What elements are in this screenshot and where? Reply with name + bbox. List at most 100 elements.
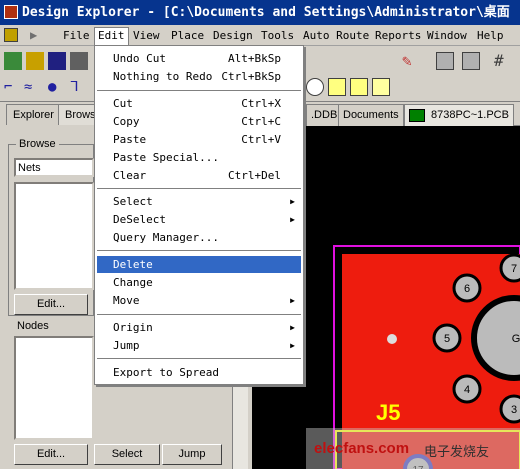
browse-select[interactable]: Nets	[14, 158, 94, 177]
pencil-icon[interactable]: ✎	[402, 52, 420, 70]
menu-item-jump[interactable]: Jump ▶	[97, 337, 301, 354]
menu-file[interactable]: File	[60, 28, 93, 44]
menu-reports[interactable]: Reports	[372, 28, 424, 44]
select-button[interactable]: Select	[94, 444, 160, 465]
edit-menu: Undo Cut Alt+BkSp Nothing to Redo Ctrl+BkS…	[94, 45, 304, 385]
query-manager-label: Query Manager...	[113, 231, 219, 244]
via	[387, 334, 397, 344]
paste-label: Paste	[113, 133, 147, 146]
fill-icon[interactable]	[328, 78, 346, 96]
menu-item-deselect[interactable]: DeSelect ▶	[97, 211, 301, 228]
origin-label: Origin	[113, 321, 153, 334]
menu-tools[interactable]: Tools	[258, 28, 297, 44]
menu-item-clear[interactable]: Clear Ctrl+Del	[97, 167, 301, 184]
menu-item-delete[interactable]: Delete	[97, 256, 301, 273]
route-icon[interactable]: ⌐	[4, 78, 22, 96]
separator	[97, 188, 301, 190]
submenu-arrow-icon: ▶	[290, 341, 295, 350]
pad-g-label: G	[512, 333, 520, 345]
polygon-icon[interactable]	[350, 78, 368, 96]
jump-label: Jump	[113, 339, 140, 352]
back-arrow-icon[interactable]: ▶	[30, 29, 56, 41]
menu-edit[interactable]: Edit	[94, 27, 129, 46]
grid-icon[interactable]: #	[494, 52, 512, 70]
delete-label: Delete	[113, 258, 153, 271]
tab-explorer[interactable]: Explorer	[6, 104, 61, 125]
separator	[97, 90, 301, 92]
menu-place[interactable]: Place	[168, 28, 207, 44]
via-icon[interactable]: ●	[48, 78, 66, 96]
paste-shortcut: Ctrl+V	[241, 133, 281, 146]
menu-window[interactable]: Window	[424, 28, 470, 44]
menu-view[interactable]: View	[130, 28, 163, 44]
nodes-list[interactable]	[14, 336, 94, 440]
tab-pcb-label: 8738PC~1.PCB	[431, 109, 509, 121]
separator	[97, 314, 301, 316]
separator	[97, 358, 301, 360]
cut-shortcut: Ctrl+X	[241, 97, 281, 110]
pad-icon[interactable]: ᒣ	[70, 78, 88, 96]
export-label: Export to Spread	[113, 366, 219, 379]
menu-item-query-manager[interactable]: Query Manager...	[97, 229, 301, 246]
component-icon[interactable]	[436, 52, 454, 70]
room-icon[interactable]	[372, 78, 390, 96]
menu-item-export-to-spread[interactable]: Export to Spread	[97, 364, 301, 381]
menu-item-paste-special[interactable]: Paste Special...	[97, 149, 301, 166]
folder-icon[interactable]	[26, 52, 44, 70]
menu-item-redo[interactable]: Nothing to Redo Ctrl+BkSp	[97, 68, 301, 85]
menu-item-move[interactable]: Move ▶	[97, 292, 301, 309]
submenu-arrow-icon: ▶	[290, 296, 295, 305]
clear-shortcut: Ctrl+Del	[228, 169, 281, 182]
edit-button-nets[interactable]: Edit...	[14, 294, 88, 315]
menu-item-select[interactable]: Select ▶	[97, 193, 301, 210]
nodes-label: Nodes	[14, 320, 52, 332]
menu-item-paste[interactable]: Paste Ctrl+V	[97, 131, 301, 148]
change-label: Change	[113, 276, 153, 289]
copy-shortcut: Ctrl+C	[241, 115, 281, 128]
save-icon[interactable]	[48, 52, 66, 70]
pad-4-label: 4	[464, 384, 470, 396]
cut-label: Cut	[113, 97, 133, 110]
jump-button[interactable]: Jump	[162, 444, 222, 465]
pad-5-label: 5	[444, 333, 450, 345]
menu-item-change[interactable]: Change	[97, 274, 301, 291]
print-icon[interactable]	[70, 52, 88, 70]
designator-j5: J5	[376, 400, 400, 425]
menu-help[interactable]: Help	[474, 28, 507, 44]
submenu-arrow-icon: ▶	[290, 323, 295, 332]
open-icon[interactable]	[4, 52, 22, 70]
menu-design[interactable]: Design	[210, 28, 256, 44]
deselect-label: DeSelect	[113, 213, 166, 226]
menu-item-undo[interactable]: Undo Cut Alt+BkSp	[97, 50, 301, 67]
arc-icon[interactable]	[306, 78, 324, 96]
menu-item-cut[interactable]: Cut Ctrl+X	[97, 95, 301, 112]
menu-item-origin[interactable]: Origin ▶	[97, 319, 301, 336]
window-title: Design Explorer - [C:\Documents and Sett…	[22, 5, 510, 20]
submenu-arrow-icon: ▶	[290, 215, 295, 224]
watermark-cn: 电子发烧友	[424, 444, 490, 459]
submenu-arrow-icon: ▶	[290, 197, 295, 206]
redo-shortcut: Ctrl+BkSp	[221, 70, 281, 83]
tab-ddb[interactable]: .DDB	[306, 104, 343, 126]
library-icon[interactable]	[462, 52, 480, 70]
copy-label: Copy	[113, 115, 140, 128]
menu-item-copy[interactable]: Copy Ctrl+C	[97, 113, 301, 130]
browse-label: Browse	[16, 138, 59, 150]
undo-label: Undo Cut	[113, 52, 166, 65]
pad-6-label: 6	[464, 283, 470, 295]
pcb-file-icon	[409, 109, 425, 122]
tab-pcb[interactable]: 8738PC~1.PCB	[404, 104, 514, 126]
tab-documents[interactable]: Documents	[338, 104, 404, 126]
app-icon[interactable]	[4, 5, 18, 19]
pad-7-label: 7	[511, 263, 517, 275]
menu-bar: ▶ File Edit View Place Design Tools Auto…	[0, 25, 520, 46]
separator	[97, 250, 301, 252]
doc-icon[interactable]	[4, 28, 18, 42]
menu-auto-route[interactable]: Auto Route	[300, 28, 372, 44]
paste-special-label: Paste Special...	[113, 151, 219, 164]
watermark-text: elecfans.com	[314, 440, 410, 457]
wire-icon[interactable]: ≈	[24, 78, 42, 96]
nets-list[interactable]	[14, 182, 94, 290]
edit-button-nodes[interactable]: Edit...	[14, 444, 88, 465]
select-label: Select	[113, 195, 153, 208]
